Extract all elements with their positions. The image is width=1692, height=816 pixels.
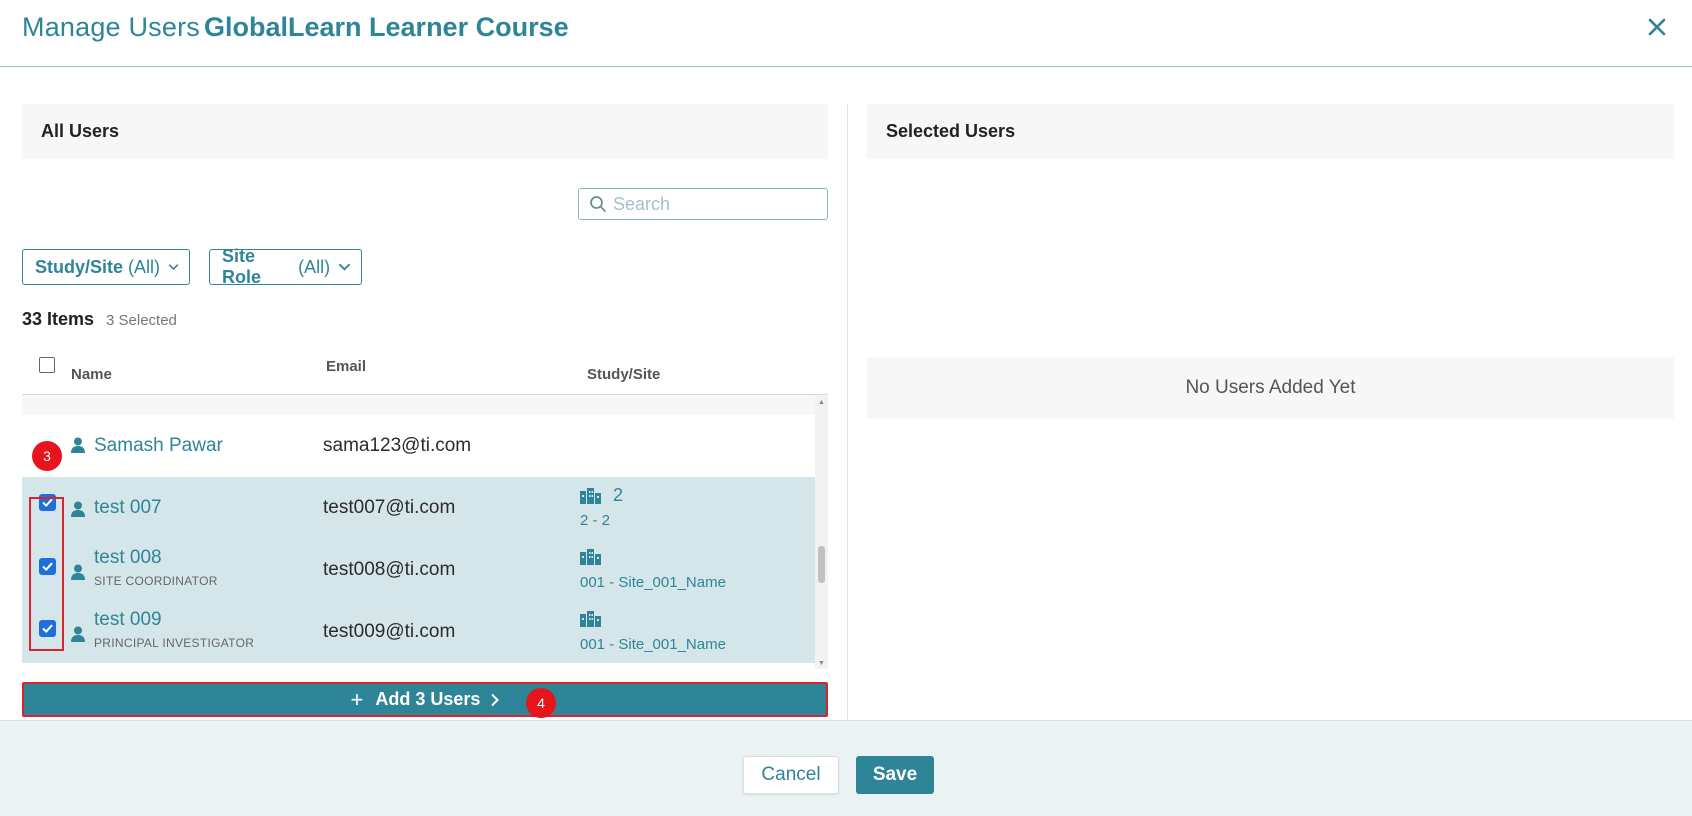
step-marker: 3 [32,441,62,471]
all-users-header: All Users [22,104,828,159]
user-name[interactable]: test 009 [94,609,162,631]
users-list[interactable]: Samash Pawar sama123@ti.com test 007 tes… [22,395,828,669]
close-icon[interactable] [1646,16,1668,38]
chevron-down-icon [168,264,179,271]
column-study-site[interactable]: Study/Site [587,366,660,383]
search-input[interactable]: Search [578,188,828,220]
site-name[interactable]: 001 - Site_001_Name [580,636,726,653]
scroll-up-icon[interactable]: ▲ [818,399,825,406]
site-name[interactable]: 001 - Site_001_Name [580,574,726,591]
checkbox-highlight [29,497,64,651]
search-placeholder: Search [613,193,671,214]
column-name[interactable]: Name [71,366,112,383]
filter-value: (All) [298,256,331,277]
table-row[interactable]: test 007 test007@ti.com 2 2 - 2 [22,477,815,539]
cancel-button[interactable]: Cancel [743,756,839,794]
list-scrollbar[interactable]: ▲ ▼ [815,395,828,669]
items-count: 33 Items [22,309,95,329]
select-all-checkbox[interactable] [39,357,55,373]
save-button[interactable]: Save [856,756,934,794]
search-icon [590,196,606,212]
user-role: SITE COORDINATOR [94,574,218,588]
table-row[interactable]: test 009 PRINCIPAL INVESTIGATOR test009@… [22,601,815,663]
scroll-thumb[interactable] [818,546,825,583]
user-name[interactable]: test 008 [94,547,162,569]
selected-count: 3 Selected [106,312,177,329]
selected-users-header: Selected Users [867,104,1674,159]
user-email: test009@ti.com [323,621,456,642]
user-role: PRINCIPAL INVESTIGATOR [94,636,255,650]
chevron-down-icon [338,263,351,271]
empty-state: No Users Added Yet [867,357,1674,419]
filter-label: Site Role [222,246,262,287]
modal-footer [0,720,1692,816]
plus-icon: + [350,686,364,712]
column-email[interactable]: Email [326,358,366,375]
user-icon [71,564,85,580]
user-icon [71,437,85,453]
user-email: sama123@ti.com [323,435,472,456]
user-name[interactable]: test 007 [94,497,162,519]
site-role-filter[interactable]: Site Role (All) [209,246,362,287]
study-site-filter[interactable]: Study/Site (All) [22,249,190,285]
filter-label: Study/Site [35,256,124,277]
table-row[interactable]: test 008 SITE COORDINATOR test008@ti.com… [22,539,815,601]
scroll-down-icon[interactable]: ▼ [818,660,825,667]
building-icon [580,549,601,565]
user-email: test007@ti.com [323,497,456,518]
step-marker: 4 [526,688,556,718]
building-icon [580,488,601,504]
table-header: Name Email Study/Site [22,352,828,395]
modal-title: Manage Users [22,12,200,42]
site-number: 2 [613,485,624,505]
modal-header: Manage Users GlobalLearn Learner Course [0,0,1692,67]
course-name: GlobalLearn Learner Course [204,12,569,42]
user-icon [71,501,85,517]
chevron-right-icon [491,693,500,706]
add-users-label: Add 3 Users [375,689,481,709]
building-icon [580,611,601,627]
table-row[interactable]: Samash Pawar sama123@ti.com [22,415,815,477]
user-name[interactable]: Samash Pawar [94,435,223,457]
user-email: test008@ti.com [323,559,456,580]
add-users-button[interactable]: + Add 3 Users [22,682,828,717]
site-name[interactable]: 2 - 2 [580,512,610,529]
table-row[interactable] [22,395,815,415]
user-icon [71,626,85,642]
panel-divider [847,104,848,720]
filter-value: (All) [128,256,161,277]
